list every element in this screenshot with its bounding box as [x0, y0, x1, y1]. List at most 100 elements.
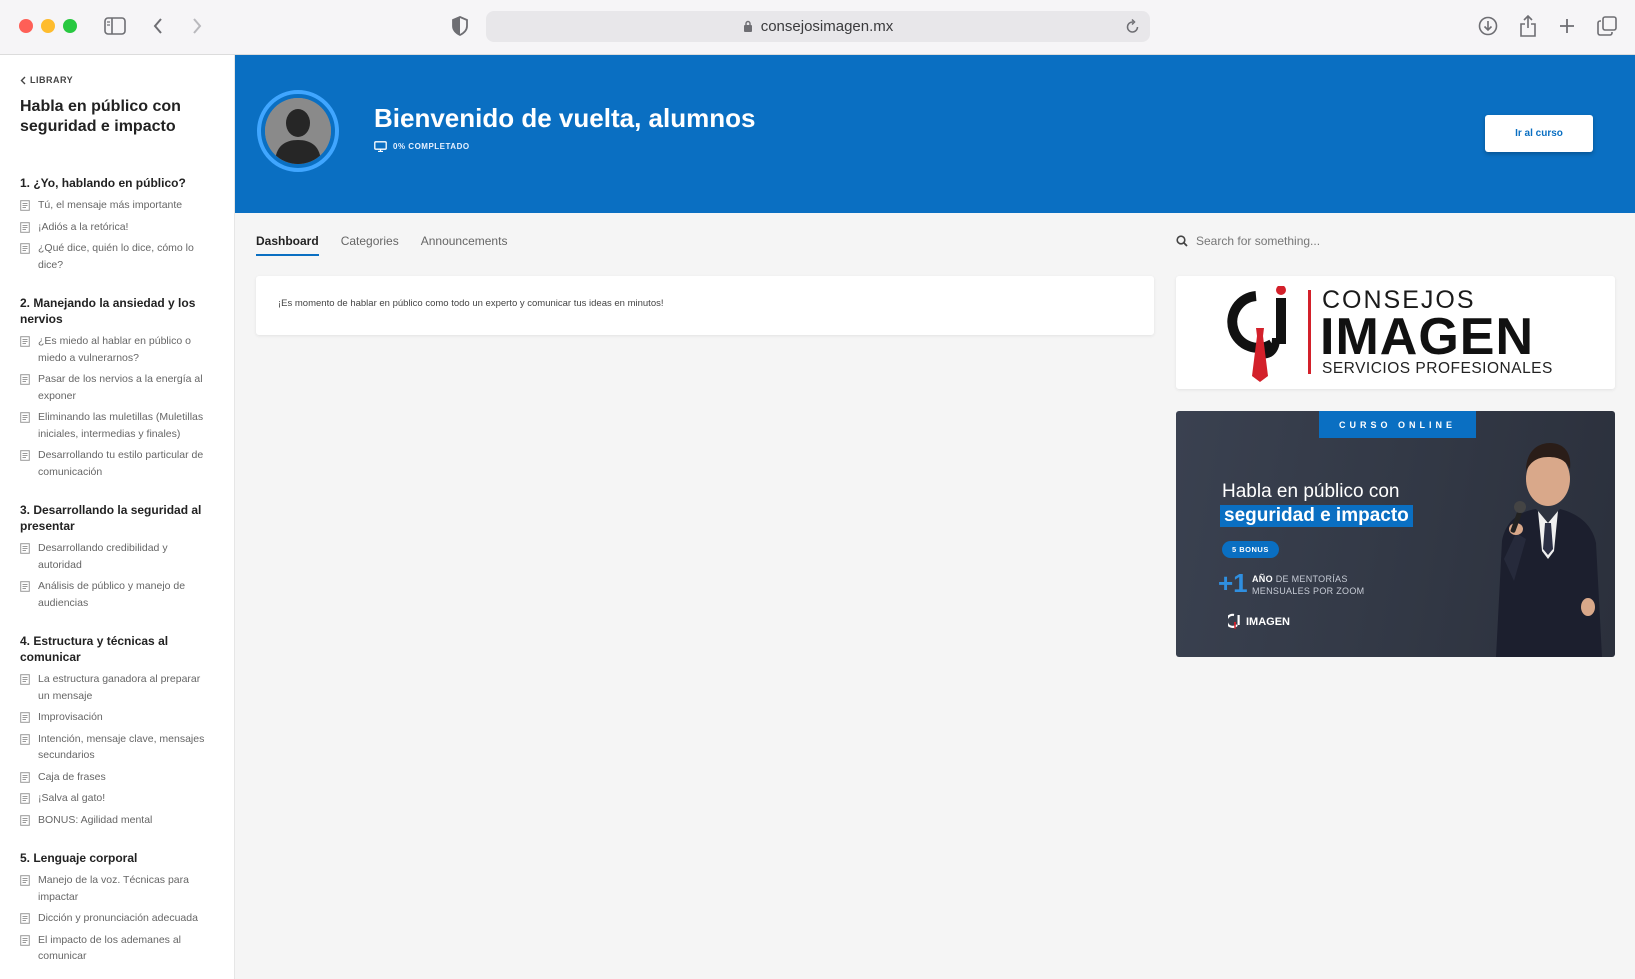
course-title: Habla en público con seguridad e impacto: [20, 98, 181, 135]
minimize-window-button[interactable]: [41, 19, 55, 33]
document-icon: [20, 934, 30, 946]
lesson-label: Desarrollando credibilidad y autoridad: [38, 542, 168, 571]
lesson-label: Pasar de los nervios a la energía al exp…: [38, 373, 203, 402]
lesson-item[interactable]: La estructura ganadora al preparar un me…: [20, 671, 214, 704]
document-icon: [20, 243, 30, 254]
progress-indicator: 0% COMPLETADO: [374, 141, 470, 152]
chevron-left-icon: [20, 76, 26, 84]
tab-overview-icon[interactable]: [1597, 14, 1617, 38]
progress-text: 0% COMPLETADO: [393, 142, 470, 151]
privacy-shield-icon[interactable]: [451, 14, 469, 38]
brand-mark-icon: [1228, 613, 1240, 629]
sidebar-toggle-icon[interactable]: [104, 14, 126, 38]
course-section: 3. Desarrollando la seguridad al present…: [20, 502, 214, 611]
promo-brand-logo: IMAGEN: [1228, 613, 1290, 631]
document-icon: [20, 543, 30, 554]
url-text: consejosimagen.mx: [760, 18, 894, 35]
lesson-label: ¡Adiós a la retórica!: [38, 220, 129, 233]
lesson-item[interactable]: Intención, mensaje clave, mensajes secun…: [20, 731, 214, 764]
lesson-item[interactable]: Análisis de público y manejo de audienci…: [20, 578, 214, 611]
search-box: [1176, 234, 1616, 248]
lesson-item[interactable]: El impacto de los ademanes al comunicar: [20, 932, 214, 965]
lesson-label: Eliminando las muletillas (Muletillas in…: [38, 411, 204, 440]
tab-categories[interactable]: Categories: [341, 234, 399, 256]
tab-dashboard[interactable]: Dashboard: [256, 234, 319, 256]
lesson-item[interactable]: ¿Qué dice, quién lo dice, cómo lo dice?: [20, 240, 214, 273]
section-title[interactable]: 3. Desarrollando la seguridad al present…: [20, 502, 214, 534]
lesson-item[interactable]: Improvisación: [20, 709, 214, 726]
course-promo-banner[interactable]: CURSO ONLINE Habla en público con seguri…: [1176, 411, 1615, 657]
document-icon: [20, 674, 30, 685]
document-icon: [20, 450, 30, 461]
document-icon: [20, 814, 30, 826]
brand-logo-mark: [1226, 285, 1298, 387]
go-to-course-button[interactable]: Ir al curso: [1485, 115, 1593, 152]
lesson-item[interactable]: ¿Es miedo al hablar en público o miedo a…: [20, 333, 214, 366]
library-label: LIBRARY: [30, 75, 74, 85]
zoom-window-button[interactable]: [63, 19, 77, 33]
lesson-item[interactable]: Eliminando las muletillas (Muletillas in…: [20, 409, 214, 442]
speaker-photo: [1476, 431, 1606, 657]
lock-icon: [743, 20, 753, 33]
logo-sub-text: SERVICIOS PROFESIONALES: [1322, 360, 1553, 377]
lesson-label: Improvisación: [38, 711, 103, 723]
lesson-item[interactable]: ¡Salva al gato!: [20, 790, 214, 807]
promo-logo-text: IMAGEN: [1246, 616, 1290, 628]
avatar: [257, 90, 339, 172]
library-back-link[interactable]: LIBRARY: [20, 75, 214, 85]
dashboard-tabs: Dashboard Categories Announcements: [256, 234, 507, 256]
course-section: 2. Manejando la ansiedad y los nervios ¿E…: [20, 295, 214, 480]
browser-toolbar: consejosimagen.mx: [0, 0, 1635, 55]
forward-icon[interactable]: [191, 14, 203, 38]
promo-mentor-rest: DE MENTORÍAS: [1272, 574, 1348, 584]
lesson-item[interactable]: Pasar de los nervios a la energía al exp…: [20, 371, 214, 404]
lesson-item[interactable]: BONUS: Agilidad mental: [20, 812, 214, 829]
lesson-label: El impacto de los ademanes al comunicar: [38, 933, 181, 963]
lesson-label: Manejo de la voz. Técnicas para impactar: [38, 874, 189, 903]
lesson-label: Desarrollando tu estilo particular de co…: [38, 449, 204, 478]
back-icon[interactable]: [152, 14, 164, 38]
document-icon: [20, 793, 30, 804]
document-icon: [20, 374, 30, 385]
announcement-card: ¡Es momento de hablar en público como to…: [256, 276, 1154, 335]
promo-mentor-bold: AÑO: [1252, 574, 1273, 584]
new-tab-icon[interactable]: [1558, 14, 1576, 38]
lesson-label: ¡Salva al gato!: [38, 792, 106, 804]
document-icon: [20, 336, 30, 347]
section-title[interactable]: 2. Manejando la ansiedad y los nervios: [20, 295, 214, 327]
document-icon: [20, 913, 30, 924]
lesson-label: La estructura ganadora al preparar un me…: [38, 673, 201, 702]
brand-logo-card: CONSEJOS IMAGEN SERVICIOS PROFESIONALES: [1176, 276, 1615, 389]
promo-title-line1: Habla en público con: [1222, 481, 1400, 502]
section-title[interactable]: 4. Estructura y técnicas al comunicar: [20, 633, 214, 665]
monitor-icon: [374, 141, 387, 152]
section-title[interactable]: 5. Lenguaje corporal: [20, 850, 214, 866]
document-icon: [20, 771, 30, 783]
course-section: 1. ¿Yo, hablando en público? Tú, el mensa…: [20, 175, 214, 273]
tab-announcements[interactable]: Announcements: [421, 234, 508, 256]
section-title[interactable]: 1. ¿Yo, hablando en público?: [20, 175, 214, 191]
share-icon[interactable]: [1519, 14, 1537, 38]
document-icon: [20, 875, 30, 886]
lesson-item[interactable]: ¡Adiós a la retórica!: [20, 219, 214, 236]
search-input[interactable]: [1196, 234, 1496, 248]
downloads-icon[interactable]: [1478, 14, 1498, 38]
lesson-label: Caja de frases: [38, 770, 106, 783]
lesson-label: Dicción y pronunciación adecuada: [38, 912, 198, 924]
lesson-item[interactable]: Desarrollando credibilidad y autoridad: [20, 540, 214, 573]
lesson-item[interactable]: Manejo de la voz. Técnicas para impactar: [20, 872, 214, 905]
promo-plus-one: +1: [1218, 568, 1248, 598]
lesson-item[interactable]: Desarrollando tu estilo particular de co…: [20, 447, 214, 480]
address-bar[interactable]: consejosimagen.mx: [486, 11, 1150, 42]
lesson-item[interactable]: Dicción y pronunciación adecuada: [20, 910, 214, 927]
lesson-item[interactable]: Tú, el mensaje más importante: [20, 197, 214, 214]
document-icon: [20, 581, 30, 592]
document-icon: [20, 733, 30, 745]
document-icon: [20, 412, 30, 423]
course-section: 5. Lenguaje corporal Manejo de la voz. Té…: [20, 850, 214, 965]
welcome-heading: Bienvenido de vuelta, alumnos: [374, 103, 756, 133]
lesson-item[interactable]: Caja de frases: [20, 769, 214, 786]
close-window-button[interactable]: [19, 19, 33, 33]
reload-icon[interactable]: [1126, 18, 1140, 34]
promo-tag: CURSO ONLINE: [1319, 411, 1476, 438]
